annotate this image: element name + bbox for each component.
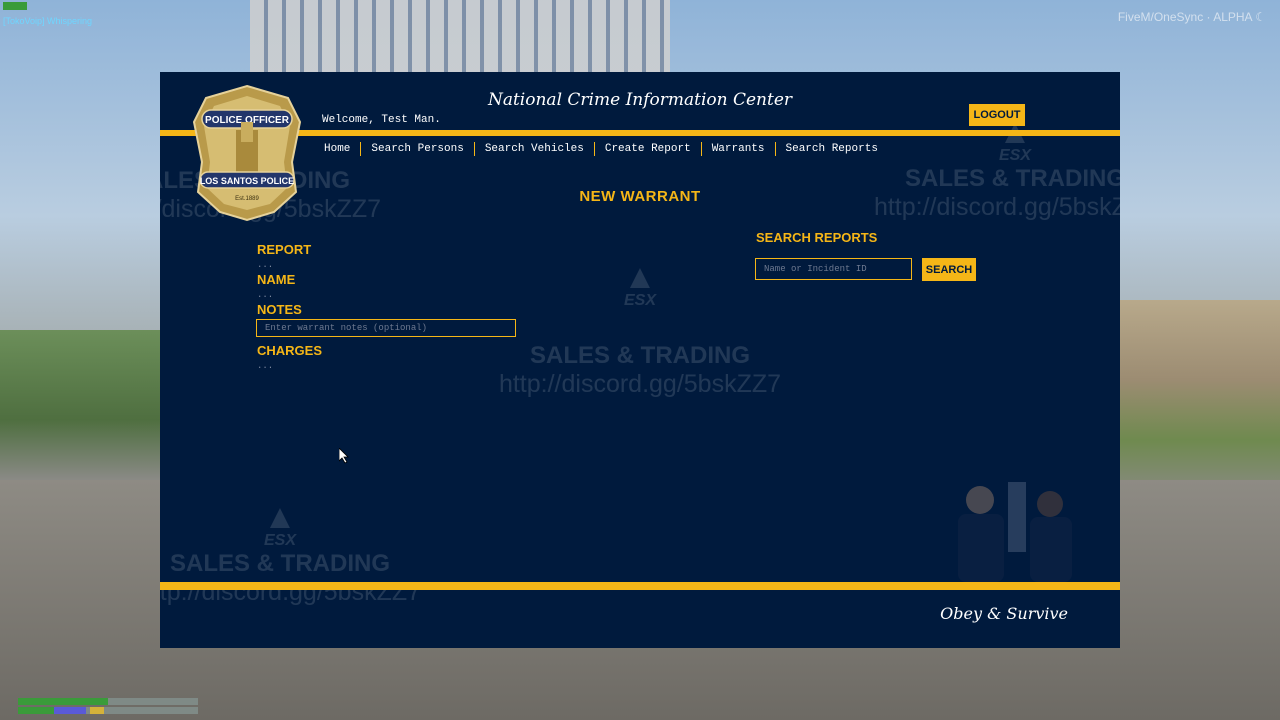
badge-bottom-text: LOS SANTOS POLICE [200,176,294,186]
charges-value: ... [257,361,274,371]
logout-button[interactable]: LOGOUT [969,104,1025,126]
page-heading: NEW WARRANT [579,188,701,205]
background-left-scenery [0,330,160,480]
search-reports-input[interactable] [755,258,912,280]
search-button[interactable]: SEARCH [922,258,976,281]
nav-item-home[interactable]: Home [314,142,360,156]
footer-motto: Obey & Survive [940,604,1068,623]
charges-label: CHARGES [257,343,323,358]
watermark-bottom-left: ▲ ESX SALES & TRADING http://discord.gg/… [160,498,422,606]
search-reports-heading: SEARCH REPORTS [756,230,878,245]
officers-illustration-icon [958,482,1072,582]
nav-item-search-persons[interactable]: Search Persons [360,142,473,156]
background-right-scenery [1120,300,1280,500]
mouse-cursor-icon [339,448,349,464]
server-tag: FiveM/OneSync · ALPHA ☾ [1118,10,1266,24]
nav-item-search-reports[interactable]: Search Reports [774,142,888,156]
report-value: ... [257,260,274,270]
stats-bar [18,707,198,714]
moon-icon: ☾ [1255,10,1266,24]
nav-item-search-vehicles[interactable]: Search Vehicles [473,142,594,156]
status-bars [18,698,198,716]
welcome-text: Welcome, Test Man. [322,114,441,126]
watermark-center: ▲ ESX [623,258,657,309]
report-label: REPORT [257,242,312,257]
watermark-center-text: SALES & TRADING http://discord.gg/5bskZZ… [498,342,782,398]
voice-status: [TokoVoip] Whispering [3,16,93,26]
notes-input[interactable] [256,319,516,337]
notes-label: NOTES [257,302,302,317]
microphone-indicator-icon [3,2,27,10]
footer-divider [160,582,1120,590]
main-nav: Home Search Persons Search Vehicles Crea… [314,142,888,156]
mdt-window: ▲ ESX SALES & TRADING http://discord.gg/… [160,72,1120,648]
server-tag-text: FiveM/OneSync · ALPHA [1117,10,1252,24]
nav-item-create-report[interactable]: Create Report [593,142,701,156]
voice-hud: [TokoVoip] Whispering [3,2,92,26]
name-label: NAME [257,272,296,287]
health-bar [18,698,198,705]
name-value: ... [257,290,274,300]
nav-item-warrants[interactable]: Warrants [700,142,775,156]
